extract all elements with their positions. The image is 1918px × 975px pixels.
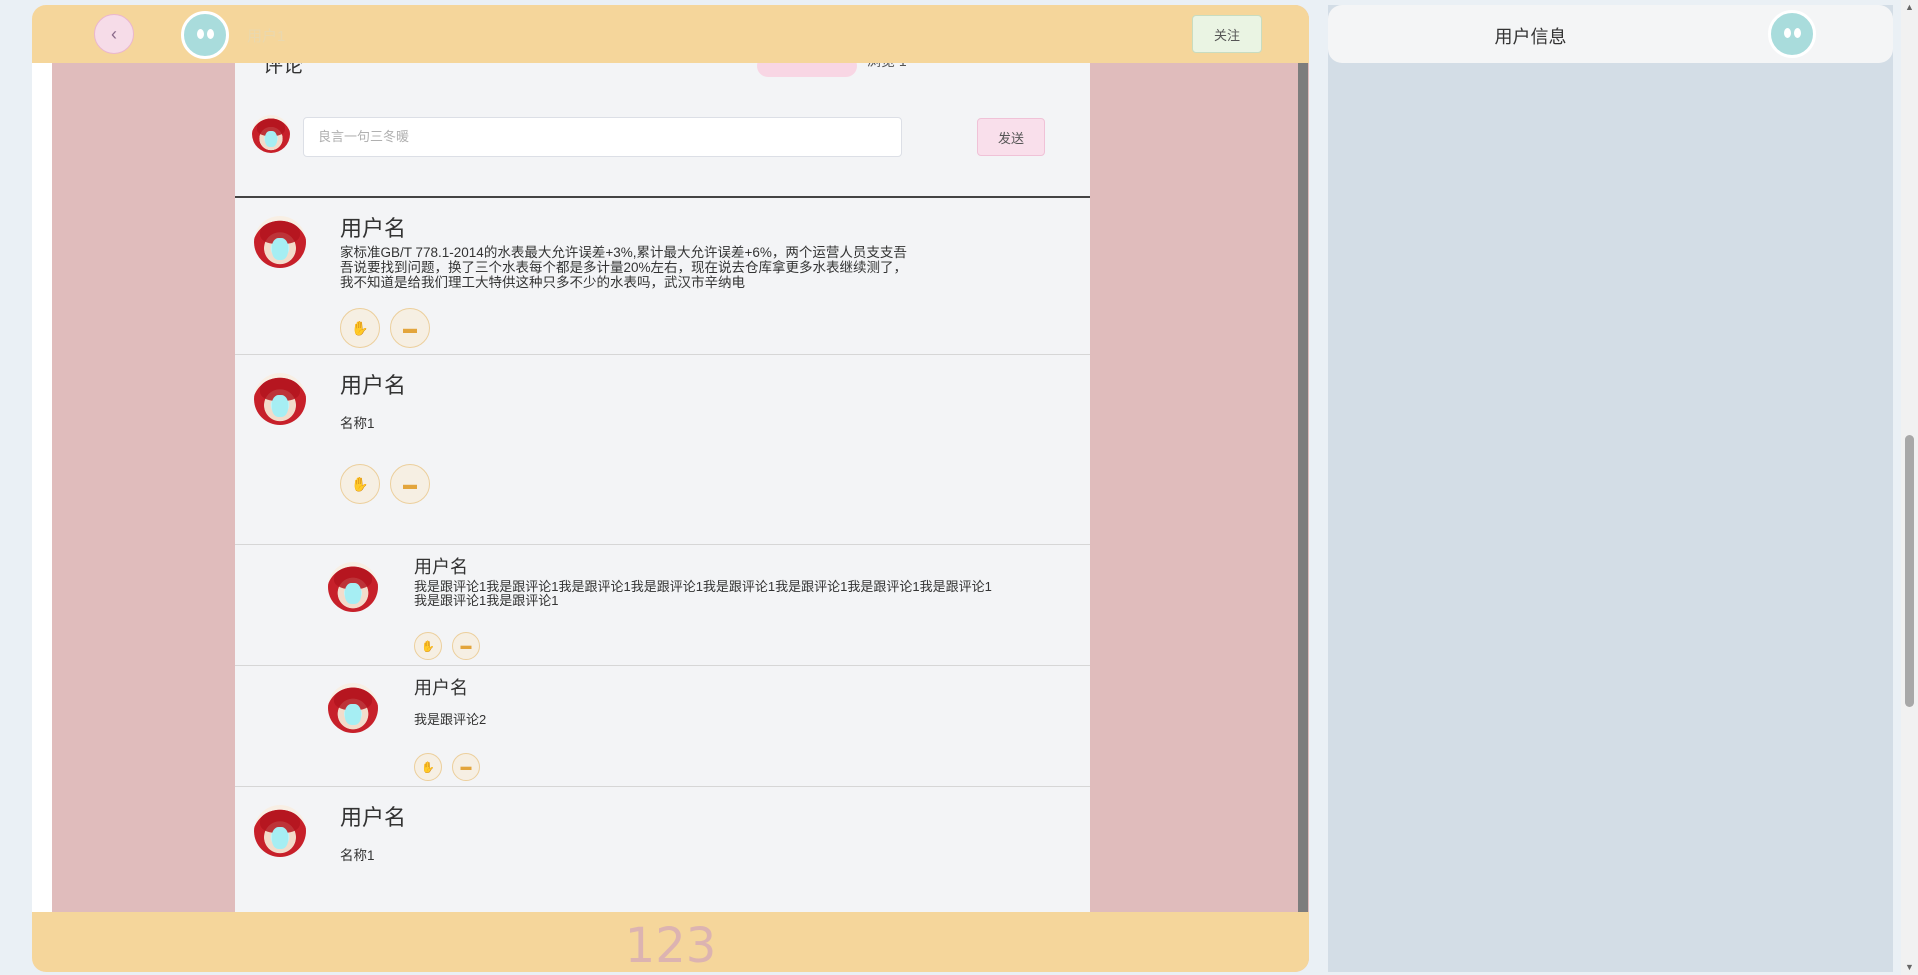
inner-scrollbar[interactable] [1298,63,1308,918]
user-info-header: 用户信息 [1328,5,1893,63]
comment-username: 用户名 [340,216,407,241]
comment-text: 我是跟评论1我是跟评论1我是跟评论1我是跟评论1我是跟评论1我是跟评论1我是跟评… [414,579,992,608]
list-item: 用户名 家标准GB/T 778.1-2014的水表最大允许误差+3%,累计最大允… [235,198,1090,355]
comment-text: 我是跟评论2 [414,712,487,727]
thumbs-up-icon[interactable]: ✋ [414,753,442,781]
scroll-down-icon[interactable]: ▼ [1905,962,1914,972]
footer-bar: 123 [32,912,1309,972]
back-button[interactable]: ‹ [94,14,134,54]
page-scrollbar[interactable]: ▲ ▼ [1901,0,1918,975]
reply-item: 用户名 我是跟评论1我是跟评论1我是跟评论1我是跟评论1我是跟评论1我是跟评论1… [235,545,1090,666]
comment-username: 用户名 [340,373,407,398]
list-item: 用户名 名称1 ✋ ▬ [235,355,1090,545]
post-detail-panel: 评论 浏览 1 良言一句三冬暖 发送 用户名 家标准GB/T 778.1-201… [32,5,1309,972]
follow-button[interactable]: 关注 [1192,15,1262,53]
comment-text: 家标准GB/T 778.1-2014的水表最大允许误差+3%,累计最大允许误差+… [340,245,908,290]
comment-bubble-icon[interactable]: ▬ [452,753,480,781]
avatar[interactable] [1768,10,1816,58]
avatar [252,115,290,153]
top-bar: ‹ 用户1 关注 [32,5,1309,63]
avatar [328,683,378,733]
panel-gutter [32,5,52,972]
comment-username: 用户名 [340,805,407,830]
avatar [254,373,306,425]
comment-username: 用户名 [414,678,468,698]
comment-section: 评论 浏览 1 良言一句三冬暖 发送 用户名 家标准GB/T 778.1-201… [235,63,1090,912]
user-info-panel: 用户信息 [1328,5,1893,972]
comment-bubble-icon[interactable]: ▬ [452,632,480,660]
panel-title: 用户信息 [1494,27,1567,47]
comment-username: 用户名 [414,557,468,577]
comment-text: 名称1 [340,848,375,863]
thumbs-up-icon[interactable]: ✋ [340,308,380,348]
view-count: 浏览 1 [867,63,907,71]
comment-bubble-icon[interactable]: ▬ [390,464,430,504]
comment-bubble-icon[interactable]: ▬ [390,308,430,348]
reply-item: 用户名 我是跟评论2 ✋ ▬ [235,666,1090,787]
list-item: 用户名 名称1 [235,787,1090,912]
scroll-up-icon[interactable]: ▲ [1905,2,1914,12]
thumbs-up-icon[interactable]: ✋ [414,632,442,660]
avatar [328,562,378,612]
avatar [254,216,306,268]
send-button[interactable]: 发送 [977,118,1045,156]
avatar [254,805,306,857]
scrollbar-thumb[interactable] [1905,435,1914,707]
avatar[interactable] [181,11,229,59]
section-title: 评论 [263,63,303,77]
tag-pill [757,63,857,77]
comment-input[interactable]: 良言一句三冬暖 [303,117,902,157]
thumbs-up-icon[interactable]: ✋ [340,464,380,504]
footer-text: 123 [624,918,717,972]
username: 用户1 [247,28,286,45]
comment-text: 名称1 [340,416,375,431]
chevron-left-icon: ‹ [111,23,117,44]
